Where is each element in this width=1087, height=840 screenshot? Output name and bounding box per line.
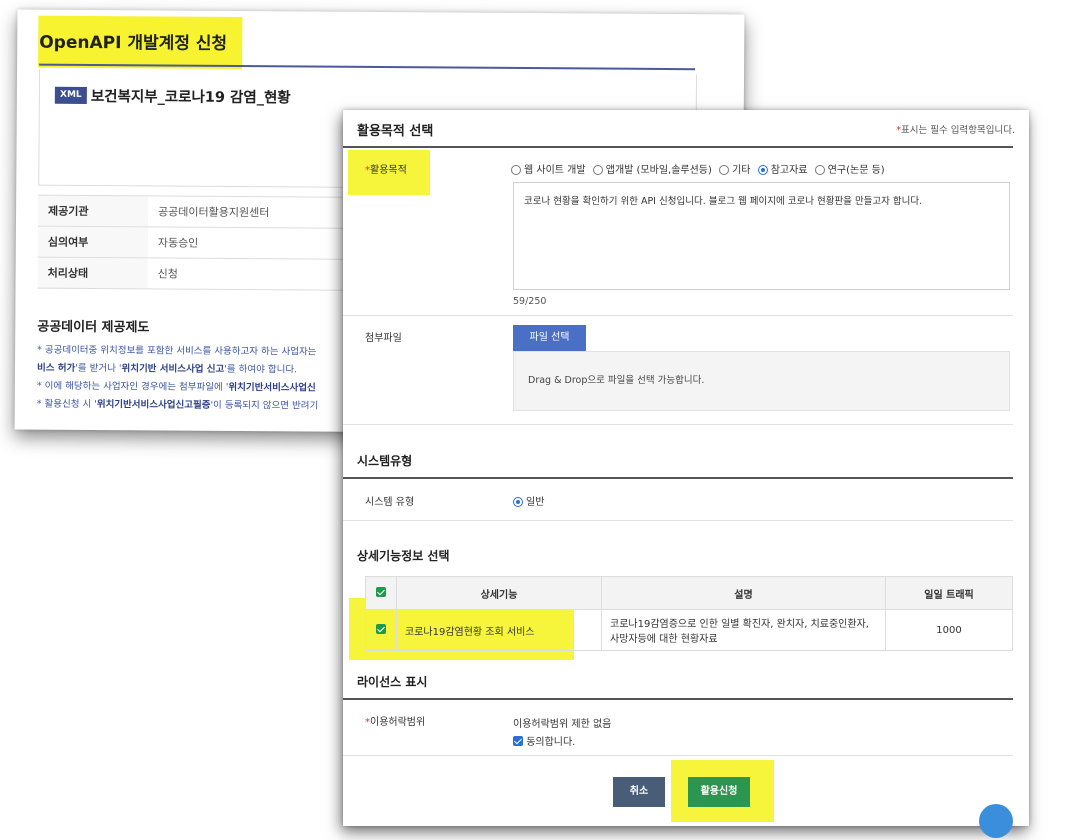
section-divider [343,477,1013,479]
info-key-status: 처리상태 [37,257,148,289]
radio-icon [592,165,603,175]
row-divider [343,755,1013,756]
note-line: * 활용신청 시 '위치기반서비스사업신고필증'이 등록되지 않으면 반려기 [36,398,319,412]
system-section-title: 시스템유형 [357,454,413,468]
table-row: 코로나19감염현황 조회 서비스 코로나19감염증으로 인한 일별 확진자, 완… [365,609,1013,651]
purpose-radio-group: 웹 사이트 개발 앱개발 (모바일,솔루션등) 기타 참고자료 연구(논문 등) [511,161,889,176]
checkbox-checked-icon [376,587,386,597]
license-label: *이용허락범위 [365,717,426,728]
radio-selected-icon [757,165,768,175]
detail-section-title: 상세기능정보 선택 [357,549,450,563]
application-form-panel: 활용목적 선택 *표시는 필수 입력항목입니다. *활용목적 웹 사이트 개발 … [343,110,1029,838]
radio-app-dev[interactable]: 앱개발 (모바일,솔루션등) [592,165,712,176]
agree-checkbox[interactable]: 동의합니다. [513,733,575,748]
table-header-row: 상세기능 설명 일일 트래픽 [365,576,1013,610]
system-type-label: 시스템 유형 [365,497,415,508]
select-all-checkbox[interactable] [365,576,397,610]
row-divider [343,424,1013,425]
purpose-textarea[interactable]: 코로나 현황을 확인하기 위한 API 신청입니다. 블로그 웹 페이지에 코로… [513,182,1010,290]
xml-badge: XML [54,86,87,104]
column-header: 일일 트래픽 [885,576,1013,610]
note-line: * 공공데이터중 위치정보를 포함한 서비스를 사용하고자 하는 사업자는 [37,344,317,358]
row-checkbox[interactable] [365,609,397,651]
purpose-label: *활용목적 [365,165,407,176]
license-section-title: 라이선스 표시 [357,675,428,689]
note-line: 비스 허가'를 받거나 '위치기반 서비스사업 신고'를 하여야 합니다. [36,362,298,376]
cancel-button[interactable]: 취소 [613,777,665,807]
page-title: OpenAPI 개발계정 신청 [39,32,228,54]
section-divider [343,146,1013,148]
feature-table: 상세기능 설명 일일 트래픽 코로나19감염현황 조회 서비스 코로나19감염증… [365,576,1013,651]
info-key-review: 심의여부 [37,226,148,258]
radio-icon [719,165,730,175]
checkbox-checked-icon [376,624,386,634]
apply-button[interactable]: 활용신청 [688,777,750,807]
column-header: 상세기능 [396,576,602,610]
feature-description: 코로나19감염증으로 인한 일별 확진자, 완치자, 치료중인환자, 사망자등에 … [601,609,886,651]
file-select-button[interactable]: 파일 선택 [513,325,586,351]
file-drop-zone[interactable]: Drag & Drop으로 파일을 선택 가능합니다. [513,351,1010,411]
service-name: 보건복지부_코로나19 감염_현황 [90,88,291,107]
attach-label: 첨부파일 [365,333,402,344]
column-header: 설명 [601,576,886,610]
info-key-provider: 제공기관 [37,195,149,227]
char-counter: 59/250 [513,296,547,307]
checkbox-checked-icon [513,736,523,746]
radio-icon [814,165,825,175]
feature-name: 코로나19감염현황 조회 서비스 [396,609,602,651]
row-divider [343,520,1013,521]
radio-other[interactable]: 기타 [719,165,751,176]
daily-traffic: 1000 [885,609,1013,651]
radio-reference[interactable]: 참고자료 [757,165,808,176]
radio-research[interactable]: 연구(논문 등) [814,165,885,176]
radio-web-dev[interactable]: 웹 사이트 개발 [511,165,586,176]
radio-icon [511,165,521,175]
floating-action-button[interactable] [979,804,1013,838]
note-line: * 이에 해당하는 사업자인 경우에는 첨부파일에 '위치기반서비스사업신 [36,380,316,394]
radio-selected-icon [513,497,523,507]
public-data-section-title: 공공데이터 제공제도 [37,319,150,336]
section-divider [343,698,1013,700]
row-divider [343,315,1013,316]
purpose-section-title: 활용목적 선택 [357,124,434,139]
license-value: 이용허락범위 제한 없음 [513,719,612,730]
system-type-radio[interactable]: 일반 [513,493,544,508]
required-note: *표시는 필수 입력항목입니다. [896,125,1015,136]
public-data-notes: * 공공데이터중 위치정보를 포함한 서비스를 사용하고자 하는 사업자는 비스… [37,344,367,418]
